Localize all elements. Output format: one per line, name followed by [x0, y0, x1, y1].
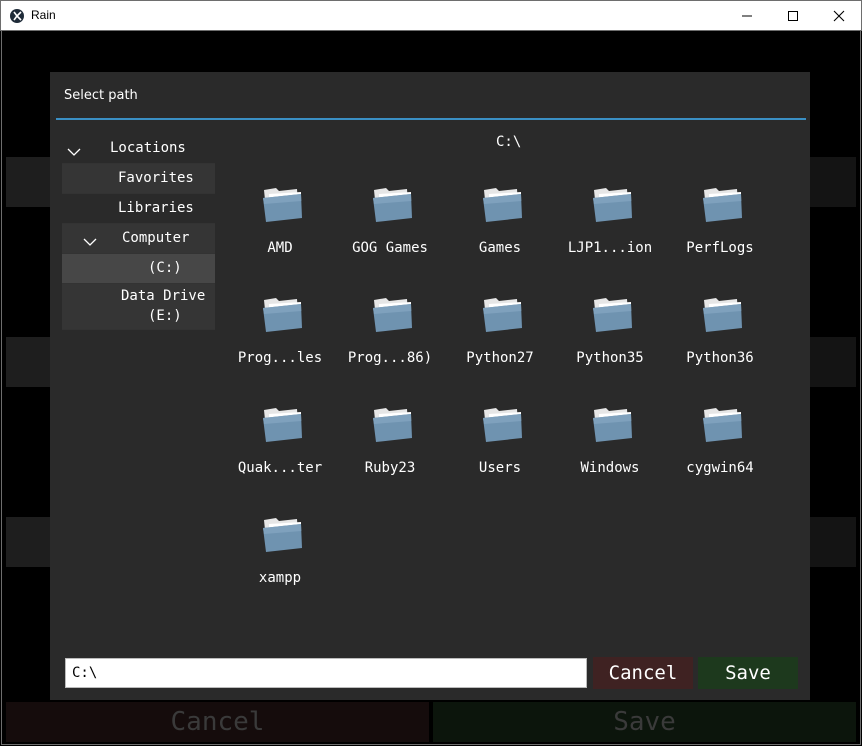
folder-icon: [701, 184, 745, 224]
tree-node-label: (E:): [148, 308, 182, 324]
background-panel: [6, 157, 50, 207]
folder-item[interactable]: AMD: [225, 180, 335, 280]
folder-name: PerfLogs: [686, 240, 754, 256]
folder-name: Prog...les: [237, 350, 323, 366]
folder-item[interactable]: Ruby23: [335, 400, 445, 500]
app-logo-icon: [10, 9, 24, 23]
path-input[interactable]: [65, 658, 587, 688]
folder-item[interactable]: Prog...les: [225, 290, 335, 390]
folder-item[interactable]: Games: [445, 180, 555, 280]
tree-node-drive-c[interactable]: (C:): [62, 254, 215, 284]
tree-node-locations[interactable]: Locations: [62, 134, 215, 164]
folder-item[interactable]: Python35: [555, 290, 665, 390]
folder-name: Python27: [466, 350, 534, 366]
folder-icon: [371, 294, 415, 334]
folder-name: GOG Games: [352, 240, 428, 256]
folder-icon: [481, 404, 525, 444]
tree-node-drive-e[interactable]: Data Drive (E:): [62, 284, 215, 330]
chevron-down-icon[interactable]: [83, 234, 97, 250]
folder-icon: [591, 404, 635, 444]
folder-name: Users: [478, 460, 522, 476]
background-panel: [6, 517, 50, 567]
tree-node-label: Data Drive: [121, 288, 206, 304]
close-button[interactable]: [816, 1, 862, 31]
folder-name: LJP1...ion: [567, 240, 653, 256]
background-panel: [810, 157, 856, 207]
select-path-dialog: Select path Locations Favorites Librarie…: [50, 72, 810, 700]
folder-item[interactable]: Python36: [665, 290, 775, 390]
title-bar: Rain: [0, 0, 862, 31]
maximize-button[interactable]: [770, 1, 816, 31]
folder-item[interactable]: GOG Games: [335, 180, 445, 280]
tree-node-label: Computer: [122, 230, 190, 246]
folder-icon: [371, 184, 415, 224]
folder-item[interactable]: LJP1...ion: [555, 180, 665, 280]
folder-item[interactable]: Users: [445, 400, 555, 500]
folder-name: Python35: [576, 350, 644, 366]
folder-item[interactable]: cygwin64: [665, 400, 775, 500]
locations-tree: Locations Favorites Libraries Computer (…: [62, 134, 215, 330]
dialog-title: Select path: [64, 88, 138, 103]
folder-item[interactable]: Python27: [445, 290, 555, 390]
folder-name: AMD: [267, 240, 293, 256]
folder-name: Ruby23: [364, 460, 416, 476]
chevron-down-icon[interactable]: [67, 144, 81, 160]
folder-icon: [261, 294, 305, 334]
folder-item[interactable]: xampp: [225, 510, 335, 610]
folder-icon: [701, 294, 745, 334]
folder-name: Prog...86): [347, 350, 433, 366]
minimize-icon: [741, 7, 753, 26]
folder-icon: [261, 184, 305, 224]
minimize-button[interactable]: [724, 1, 770, 31]
folder-name: Windows: [580, 460, 640, 476]
folder-item[interactable]: Quak...ter: [225, 400, 335, 500]
folder-item[interactable]: Prog...86): [335, 290, 445, 390]
close-icon: [833, 7, 845, 26]
save-button[interactable]: Save: [698, 657, 798, 689]
background-cancel-button: Cancel: [6, 702, 429, 742]
folder-name: cygwin64: [686, 460, 754, 476]
tree-node-label: Locations: [110, 140, 186, 156]
cancel-button[interactable]: Cancel: [593, 657, 693, 689]
folder-name: xampp: [258, 570, 302, 586]
tree-node-label: Libraries: [118, 200, 194, 216]
window-title: Rain: [31, 8, 56, 22]
background-panel: [6, 337, 50, 387]
folder-item[interactable]: Windows: [555, 400, 665, 500]
folder-item[interactable]: PerfLogs: [665, 180, 775, 280]
folder-icon: [481, 294, 525, 334]
folder-icon: [261, 404, 305, 444]
background-save-button: Save: [433, 702, 856, 742]
tree-node-favorites[interactable]: Favorites: [62, 164, 215, 194]
background-panel: [810, 517, 856, 567]
folder-name: Quak...ter: [237, 460, 323, 476]
tree-node-label: Favorites: [118, 170, 194, 186]
folder-name: Python36: [686, 350, 754, 366]
folder-icon: [591, 294, 635, 334]
current-path-label: C:\: [496, 134, 522, 150]
tree-node-computer[interactable]: Computer: [62, 224, 215, 254]
folder-icon: [591, 184, 635, 224]
tree-node-libraries[interactable]: Libraries: [62, 194, 215, 224]
folder-icon: [261, 514, 305, 554]
folder-icon: [481, 184, 525, 224]
background-panel: [810, 337, 856, 387]
folder-name: Games: [478, 240, 522, 256]
folder-icon: [701, 404, 745, 444]
folder-icon: [371, 404, 415, 444]
maximize-icon: [787, 7, 799, 26]
tree-node-label: (C:): [148, 260, 182, 276]
title-divider: [56, 118, 806, 120]
